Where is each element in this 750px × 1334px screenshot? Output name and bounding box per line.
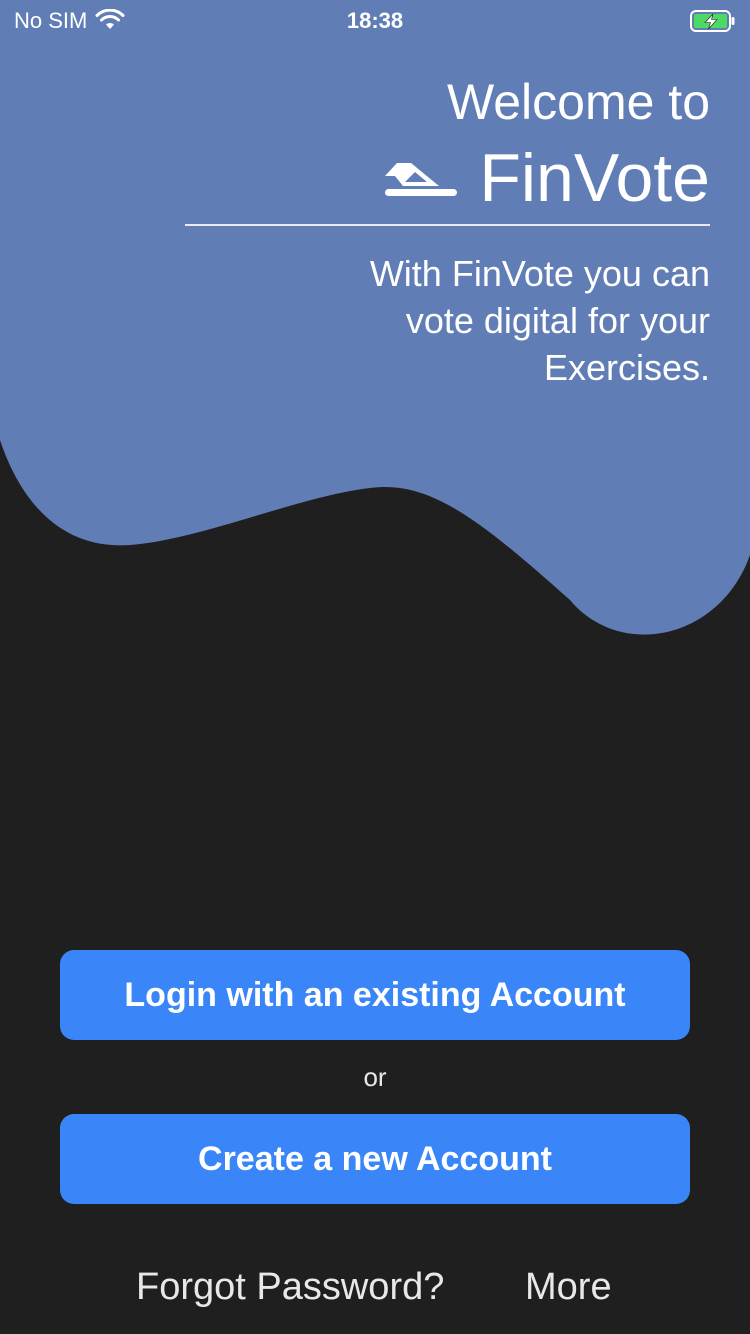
header-divider bbox=[185, 224, 710, 226]
tagline-line: vote digital for your bbox=[405, 300, 710, 341]
status-time: 18:38 bbox=[346, 8, 404, 33]
login-button[interactable]: Login with an existing Account bbox=[60, 950, 690, 1040]
welcome-header: Welcome to FinVote bbox=[180, 70, 710, 220]
tagline: With FinVote you can vote digital for yo… bbox=[290, 250, 710, 391]
boat-logo-icon bbox=[385, 163, 458, 196]
status-bar: No SIM 18:38 bbox=[0, 0, 750, 40]
create-account-button[interactable]: Create a new Account bbox=[60, 1114, 690, 1204]
welcome-screen: No SIM 18:38 Welcome to FinVote With Fin… bbox=[0, 0, 750, 1334]
forgot-password-link[interactable]: Forgot Password? bbox=[136, 1266, 444, 1309]
tagline-line: With FinVote you can bbox=[369, 253, 710, 294]
or-separator: or bbox=[363, 1062, 387, 1092]
welcome-title: Welcome to bbox=[446, 74, 710, 130]
battery-charging-icon bbox=[690, 10, 735, 32]
tagline-line: Exercises. bbox=[543, 347, 710, 388]
more-link[interactable]: More bbox=[525, 1266, 612, 1309]
brand-row: FinVote bbox=[180, 136, 710, 220]
brand-name: FinVote bbox=[479, 140, 710, 216]
